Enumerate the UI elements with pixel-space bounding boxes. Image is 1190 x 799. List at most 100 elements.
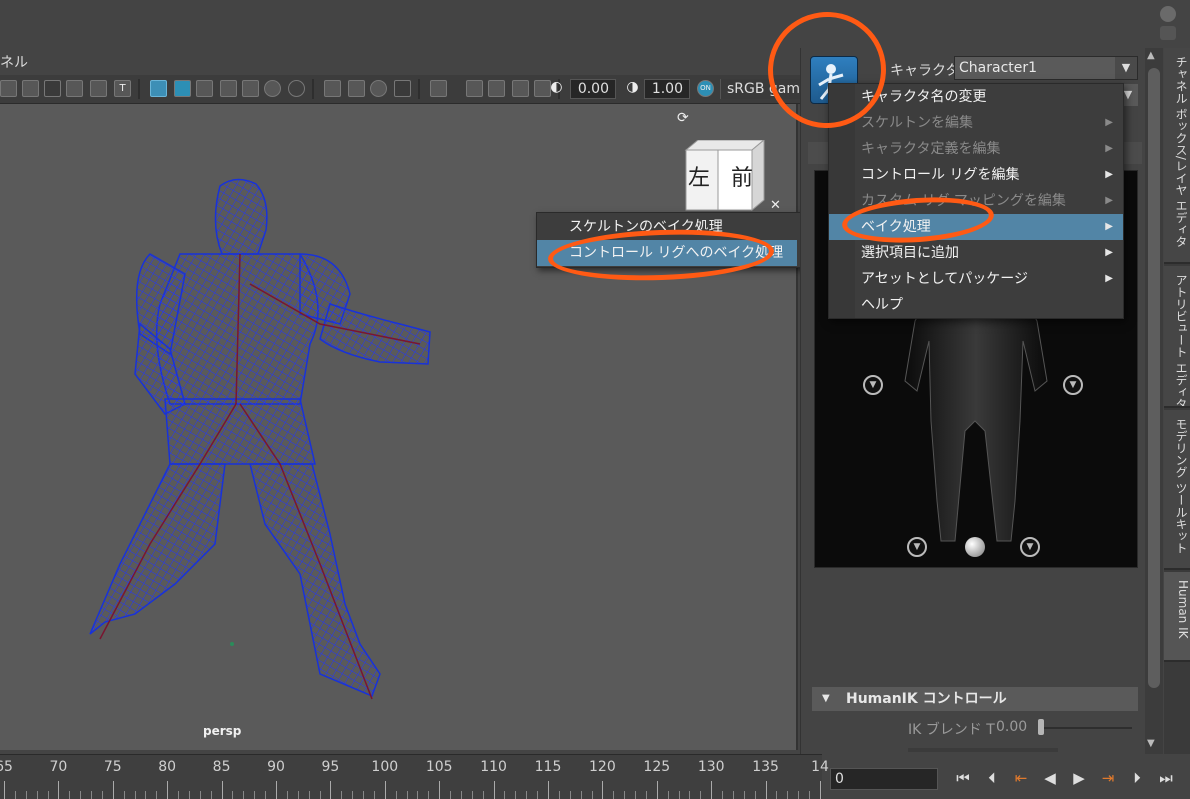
toolbar-divider [312,79,314,99]
rotate-home-icon[interactable]: ⟳ [677,110,689,126]
right-hand-expand-icon[interactable]: ▼ [1063,375,1083,395]
timeline-major-tick [167,781,169,799]
gamma-field[interactable]: 1.00 [644,79,690,99]
safe-action-icon[interactable] [90,80,107,97]
timeline-tick-label: 110 [480,759,507,775]
scroll-up-icon[interactable]: ▲ [1147,50,1155,61]
shadows-icon[interactable] [288,80,305,97]
step-back-key-button[interactable]: ⇤ [1010,766,1032,790]
timeline-major-tick [4,781,5,799]
timeline-tick-label: 100 [371,759,399,775]
scroll-down-icon[interactable]: ▼ [1147,738,1155,749]
xray-components-icon[interactable] [512,80,529,97]
tab-channel-box[interactable]: チャネル ボックス/レイヤ エディタ [1164,48,1190,264]
smooth-shade-icon[interactable] [174,80,191,97]
wireframe-on-shaded-icon[interactable] [220,80,237,97]
timeline-major-tick [602,781,604,799]
anti-aliasing-icon[interactable] [370,80,387,97]
viewport[interactable] [0,104,798,750]
step-back-frame-button[interactable]: ⏴ [981,766,1003,790]
timeline-tick-label: 85 [212,759,231,775]
screen-space-ao-icon[interactable] [324,80,341,97]
toolbar-grip-icon[interactable] [1160,26,1176,40]
timeline-tick-label: 14 [811,759,829,775]
character-wireframe [89,178,431,700]
timeline-tick-label: 135 [752,759,779,775]
time-slider[interactable]: 65 70 75 80 85 90 95 100 105 110 115 120 125 130 135 14 [0,754,829,799]
timeline-tick-label: 80 [158,759,177,775]
edit-definition-item[interactable]: キャラクタ定義を編集 ▶ [829,136,1123,162]
timeline-tick-label: 125 [643,759,671,775]
current-frame-field[interactable]: 0 [830,768,938,790]
right-foot-expand-icon[interactable]: ▼ [1020,537,1040,557]
submenu-arrow-icon: ▶ [1105,247,1113,258]
chevron-down-icon: ▼ [1115,57,1137,79]
play-forwards-button[interactable]: ▶ [1068,766,1090,790]
add-to-selection-item[interactable]: 選択項目に追加 ▶ [829,240,1123,266]
timeline-tick-label: 105 [425,759,453,775]
tab-human-ik[interactable]: Human IK [1164,572,1190,662]
use-lights-icon[interactable] [264,80,281,97]
tab-attribute-editor[interactable]: アトリビュート エディタ [1164,266,1190,408]
window-control-icon[interactable] [1160,6,1176,22]
film-gate-icon[interactable] [0,80,17,97]
pivot-marker [230,642,234,646]
gamma-icon[interactable]: ◑ [624,80,641,97]
tab-modeling-toolkit[interactable]: モデリング ツールキット [1164,410,1190,570]
timeline-major-tick [820,781,821,799]
submenu-arrow-icon: ▶ [1105,221,1113,232]
hips-effector-icon[interactable] [965,537,985,557]
viewport-toolbar: T ◐ 0.00 ◑ 1.00 ON sRGB gam [0,75,800,104]
close-icon[interactable]: ✕ [770,198,781,213]
xray-joints-icon[interactable] [488,80,505,97]
timeline-tick-label: 115 [534,759,562,775]
edit-skeleton-item[interactable]: スケルトンを編集 ▶ [829,110,1123,136]
color-management-icon[interactable]: ON [697,80,714,97]
ik-blend-t-slider-track[interactable] [1040,727,1132,729]
timeline-tick-label: 75 [103,759,122,775]
timeline-major-tick [384,781,386,799]
step-forward-frame-button[interactable]: ⏵ [1126,766,1148,790]
go-to-end-button[interactable]: ⏭ [1155,766,1177,790]
wireframe-icon[interactable] [150,80,167,97]
edit-control-rig-item[interactable]: コントロール リグを編集 ▶ [829,162,1123,188]
go-to-start-button[interactable]: ⏮ [952,766,974,790]
textured-icon[interactable] [242,80,259,97]
exposure-field[interactable]: 0.00 [570,79,616,99]
next-slider-row [908,744,1058,754]
field-chart-icon[interactable] [66,80,83,97]
timeline-major-tick [276,781,277,799]
view-cube-left-face[interactable]: 左 [688,160,710,192]
timeline-major-tick [330,781,332,799]
left-hand-expand-icon[interactable]: ▼ [863,375,883,395]
play-backwards-button[interactable]: ◀ [1039,766,1061,790]
resolution-gate-icon[interactable] [22,80,39,97]
timeline-tick-label: 65 [0,759,13,775]
humanik-controls-header[interactable]: ▼ HumanIK コントロール [812,687,1138,711]
timeline-tick-label: 70 [49,759,68,775]
safe-title-icon[interactable]: T [114,80,131,97]
ik-blend-t-value[interactable]: 0.00 [996,719,1027,735]
timeline-major-tick [221,781,223,799]
depth-of-field-icon[interactable] [394,80,411,97]
camera-label: persp [203,724,242,738]
left-foot-expand-icon[interactable]: ▼ [907,537,927,557]
timeline-tick-label: 90 [267,759,285,775]
ik-blend-t-slider-handle[interactable] [1038,719,1044,735]
submenu-arrow-icon: ▶ [1105,273,1113,284]
timeline-major-tick [493,781,495,799]
panel-scrollbar[interactable] [1145,48,1163,754]
submenu-arrow-icon: ▶ [1105,169,1113,180]
collapse-triangle-icon: ▼ [822,693,830,704]
gate-mask-icon[interactable] [44,80,61,97]
character-dropdown[interactable]: Character1 ▼ [954,56,1138,80]
motion-blur-icon[interactable] [348,80,365,97]
xray-icon[interactable] [466,80,483,97]
step-forward-key-button[interactable]: ⇥ [1097,766,1119,790]
isolate-select-icon[interactable] [430,80,447,97]
package-as-asset-item[interactable]: アセットとしてパッケージ ▶ [829,266,1123,292]
help-item[interactable]: ヘルプ [829,292,1123,318]
default-lighting-icon[interactable] [196,80,213,97]
view-cube-front-face[interactable]: 前 [731,160,753,192]
exposure-icon[interactable]: ◐ [548,80,565,97]
